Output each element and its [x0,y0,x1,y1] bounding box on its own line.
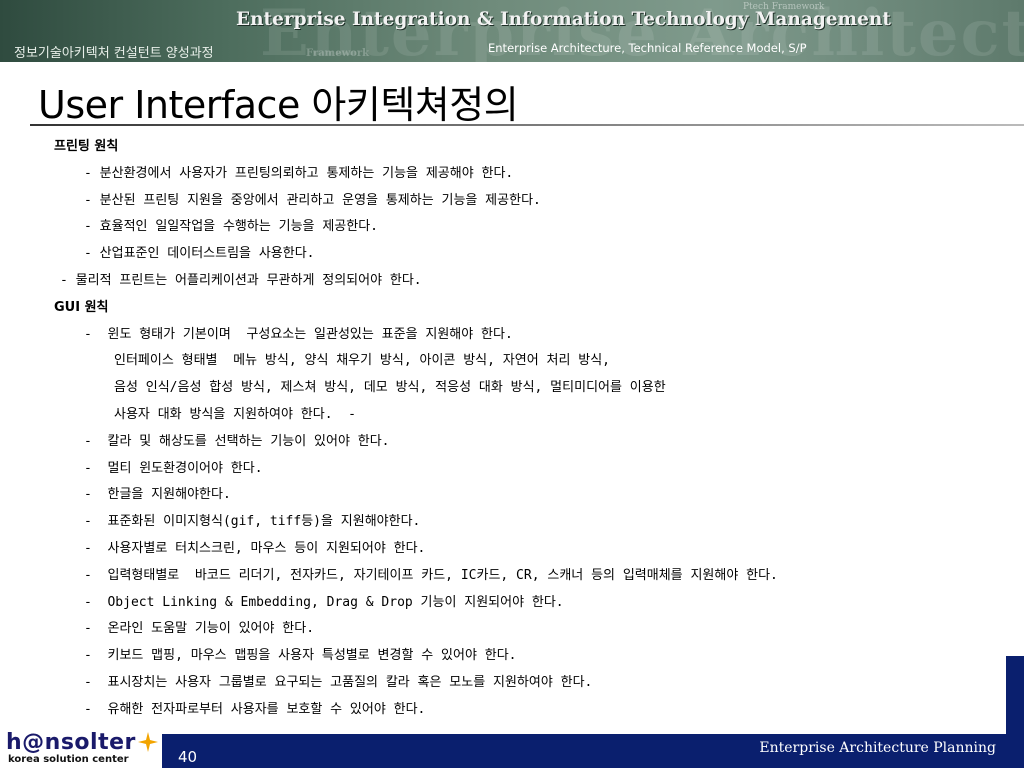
bullet-line: 음성 인식/음성 합성 방식, 제스쳐 방식, 데모 방식, 적응성 대화 방식… [114,380,666,396]
logo-tagline: korea solution center [8,754,129,765]
header-banner: Enterprise Architecture Model Ptech Fram… [0,0,1024,62]
logo-star-icon [138,732,158,752]
bullet-line: - 윈도 형태가 기본이며 구성요소는 일관성있는 표준을 지원해야 한다. [84,326,513,342]
bullet-line: - 유해한 전자파로부터 사용자를 보호할 수 있어야 한다. [84,701,426,717]
bullet-line: - 표준화된 이미지형식(gif, tiff등)을 지원해야한다. [84,514,421,530]
bullet-line: - 사용자별로 터치스크린, 마우스 등이 지원되어야 한다. [84,540,426,556]
section-heading: 프린팅 원칙 [54,139,119,154]
bullet-line: - 키보드 맵핑, 마우스 맵핑을 사용자 특성별로 변경할 수 있어야 한다. [84,648,517,664]
page-number: 40 [178,748,198,766]
company-logo: h@nsolter korea solution center [6,730,158,768]
bullet-line: - 표시장치는 사용자 그룹별로 요구되는 고품질의 칼라 혹은 모노를 지원하… [84,674,593,690]
slide-body: 프린팅 원칙 - 분산환경에서 사용자가 프린팅의뢰하고 통제하는 기능을 제공해… [0,134,1020,724]
bullet-line: - 한글을 지원해야한다. [84,487,231,503]
right-edge-accent [1006,656,1024,768]
slide-title: User Interface 아키텍쳐정의 [38,83,519,127]
section-heading: GUI 원칙 [54,299,109,315]
banner-title: Enterprise Integration & Information Tec… [236,9,891,30]
logo-wordmark: h@nsolter [6,730,136,755]
banner-small-watermark-2: Framework [306,48,370,59]
bullet-line: - 멀티 윈도환경이어야 한다. [84,460,263,476]
bullet-line: - Object Linking & Embedding, Drag & Dro… [84,594,564,610]
bullet-line: - 분산환경에서 사용자가 프린팅의뢰하고 통제하는 기능을 제공해야 한다. [84,165,514,181]
bullet-line: - 온라인 도움말 기능이 있어야 한다. [84,621,315,637]
bullet-line: 사용자 대화 방식을 지원하여야 한다. - [114,406,357,422]
bullet-line: - 분산된 프린팅 지원을 중앙에서 관리하고 운영을 통제하는 기능을 제공한… [84,192,541,208]
bullet-line: - 칼라 및 해상도를 선택하는 기능이 있어야 한다. [84,433,390,449]
bullet-line: 인터페이스 형태별 메뉴 방식, 양식 채우기 방식, 아이콘 방식, 자연어 … [114,353,610,369]
bullet-line: - 입력형태별로 바코드 리더기, 전자카드, 자기테이프 카드, IC카드, … [84,567,778,583]
bullet-line: - 산업표준인 데이터스트림을 사용한다. [84,246,315,262]
bullet-line: - 효율적인 일일작업을 수행하는 기능을 제공한다. [84,219,378,235]
banner-subtitle: Enterprise Architecture, Technical Refer… [488,41,807,55]
course-name: 정보기술아키텍처 컨설턴트 양성과정 [14,46,214,61]
footer-title: Enterprise Architecture Planning [759,740,996,756]
title-divider [30,124,1024,126]
bullet-line: - 물리적 프린트는 어플리케이션과 무관하게 정의되어야 한다. [60,272,422,288]
